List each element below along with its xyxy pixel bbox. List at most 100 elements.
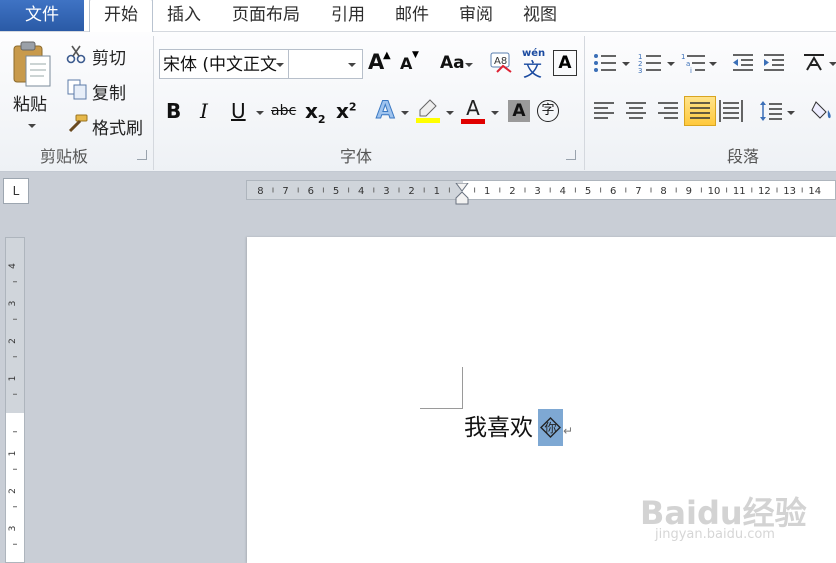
ribbon: 粘贴 剪切 复制 格式刷 剪贴板 宋体 (中文正文 A ▲ A ▼ Aa A8 … xyxy=(0,32,836,172)
multilevel-list-icon[interactable]: 1 a i xyxy=(681,52,707,75)
group-divider xyxy=(153,36,154,170)
ruler-number: 5 xyxy=(585,186,591,197)
font-dialog-launcher-icon[interactable] xyxy=(566,150,576,160)
ruler-number: 4 xyxy=(358,186,364,197)
format-painter-button[interactable]: 格式刷 xyxy=(92,114,143,139)
ruler-number: 8 xyxy=(257,186,263,197)
line-spacing-icon[interactable] xyxy=(759,100,783,122)
phonetic-guide-icon[interactable]: A8 xyxy=(489,50,515,76)
chevron-down-icon[interactable] xyxy=(348,63,356,67)
underline-button[interactable]: U xyxy=(231,99,246,123)
chevron-down-icon[interactable] xyxy=(465,63,473,67)
margin-crop-mark xyxy=(420,408,463,409)
ruler-number: 2 xyxy=(8,488,18,494)
tab-insert[interactable]: 插入 xyxy=(158,0,210,32)
font-size-combobox[interactable] xyxy=(288,49,363,79)
chevron-down-icon[interactable] xyxy=(787,111,795,115)
tab-file[interactable]: 文件 xyxy=(0,0,84,31)
subscript-button[interactable]: x2 xyxy=(305,99,326,126)
watermark-url: jingyan.baidu.com xyxy=(655,527,775,542)
copy-icon[interactable] xyxy=(66,78,88,100)
paste-dropdown-icon[interactable] xyxy=(28,124,36,128)
ruler-number: 1 xyxy=(8,376,18,382)
tab-selector-button[interactable]: L xyxy=(3,178,29,204)
superscript-button[interactable]: x2 xyxy=(336,99,357,123)
chevron-down-icon[interactable] xyxy=(446,111,454,115)
svg-text:i: i xyxy=(690,67,692,74)
group-divider xyxy=(584,36,585,170)
distributed-icon[interactable] xyxy=(719,100,743,122)
chinese-layout-icon[interactable] xyxy=(801,50,827,74)
align-center-icon[interactable] xyxy=(624,100,648,122)
enclose-character-button[interactable]: 字 xyxy=(537,100,559,122)
chevron-down-icon[interactable] xyxy=(709,62,717,66)
highlighter-icon[interactable] xyxy=(416,98,440,124)
chevron-down-icon[interactable] xyxy=(256,111,264,115)
numbering-icon[interactable]: 1 2 3 xyxy=(638,52,662,75)
chevron-down-icon[interactable] xyxy=(491,111,499,115)
ruler-number: 3 xyxy=(534,186,540,197)
paste-button-label[interactable]: 粘贴 xyxy=(13,90,47,115)
text-effect-button[interactable]: A xyxy=(376,96,396,125)
svg-text:3: 3 xyxy=(638,67,642,74)
selected-enclosed-character[interactable]: 你 xyxy=(538,409,563,446)
paste-icon[interactable] xyxy=(10,40,54,88)
cut-button[interactable]: 剪切 xyxy=(92,44,126,69)
chevron-down-icon[interactable] xyxy=(276,63,284,67)
caret-down-icon: ▼ xyxy=(412,50,419,60)
vertical-ruler-ticks: 43211234 xyxy=(8,263,18,545)
change-case-button[interactable]: Aa xyxy=(440,53,465,73)
italic-button[interactable]: I xyxy=(200,99,208,123)
vertical-ruler[interactable]: 43211234 xyxy=(5,237,25,563)
caret-up-icon: ▲ xyxy=(383,50,391,61)
shrink-font-button[interactable]: A xyxy=(400,54,412,73)
ruler-number: 1 xyxy=(484,186,490,197)
grow-font-button[interactable]: A xyxy=(368,50,384,74)
shading-icon[interactable] xyxy=(810,98,836,124)
font-color-icon[interactable]: A xyxy=(461,96,485,124)
clipboard-dialog-launcher-icon[interactable] xyxy=(137,150,147,160)
tab-page-layout[interactable]: 页面布局 xyxy=(222,0,310,32)
document-text[interactable]: 我喜欢 xyxy=(464,410,533,446)
chevron-down-icon[interactable] xyxy=(622,62,630,66)
scissors-icon[interactable] xyxy=(66,44,86,64)
svg-text:文: 文 xyxy=(523,59,542,78)
tab-view[interactable]: 视图 xyxy=(514,0,566,32)
ruler-number: 12 xyxy=(758,186,771,197)
character-border-icon[interactable]: A xyxy=(553,50,577,76)
pinyin-guide-icon[interactable]: wén 文 xyxy=(521,46,547,81)
clipboard-group-label: 剪贴板 xyxy=(39,147,88,166)
horizontal-ruler-ticks: 8 7 6 5 4 3 2 1 1 2 3 4 5 6 7 8 9 10 11 12 13 14 xyxy=(257,186,821,197)
tab-review[interactable]: 审阅 xyxy=(450,0,502,32)
character-shading-button[interactable]: A xyxy=(508,100,530,122)
decrease-indent-icon[interactable] xyxy=(731,52,755,74)
strikethrough-button[interactable]: abc xyxy=(271,103,296,119)
svg-text:A8: A8 xyxy=(494,56,507,67)
svg-text:wén: wén xyxy=(522,47,545,59)
ruler-number: 3 xyxy=(8,526,18,532)
justify-icon[interactable] xyxy=(684,96,716,126)
align-left-icon[interactable] xyxy=(592,100,616,122)
tab-mailings[interactable]: 邮件 xyxy=(386,0,438,32)
tab-references[interactable]: 引用 xyxy=(322,0,374,32)
copy-button[interactable]: 复制 xyxy=(92,79,126,104)
first-line-indent-marker-icon[interactable] xyxy=(455,178,469,192)
align-right-icon[interactable] xyxy=(656,100,680,122)
font-name-combobox[interactable]: 宋体 (中文正文 xyxy=(159,49,289,79)
ruler-number: 2 xyxy=(509,186,515,197)
horizontal-ruler[interactable]: 8 7 6 5 4 3 2 1 1 2 3 4 5 6 7 8 9 10 11 12 13 14 xyxy=(246,178,836,205)
chevron-down-icon[interactable] xyxy=(401,111,409,115)
chevron-down-icon[interactable] xyxy=(667,62,675,66)
ribbon-tab-bar: 文件 开始 插入 页面布局 引用 邮件 审阅 视图 xyxy=(0,0,836,32)
tab-home[interactable]: 开始 xyxy=(89,0,153,32)
hanging-indent-marker-icon[interactable] xyxy=(455,191,469,205)
bold-button[interactable]: B xyxy=(166,99,181,123)
bullets-icon[interactable] xyxy=(593,52,617,74)
format-painter-icon[interactable] xyxy=(66,114,88,134)
chevron-down-icon[interactable] xyxy=(829,62,836,66)
increase-indent-icon[interactable] xyxy=(762,52,786,74)
ruler-number: 1 xyxy=(434,186,440,197)
ruler-number: 4 xyxy=(8,263,18,269)
ruler-number: 11 xyxy=(733,186,746,197)
ruler-number: 7 xyxy=(635,186,641,197)
